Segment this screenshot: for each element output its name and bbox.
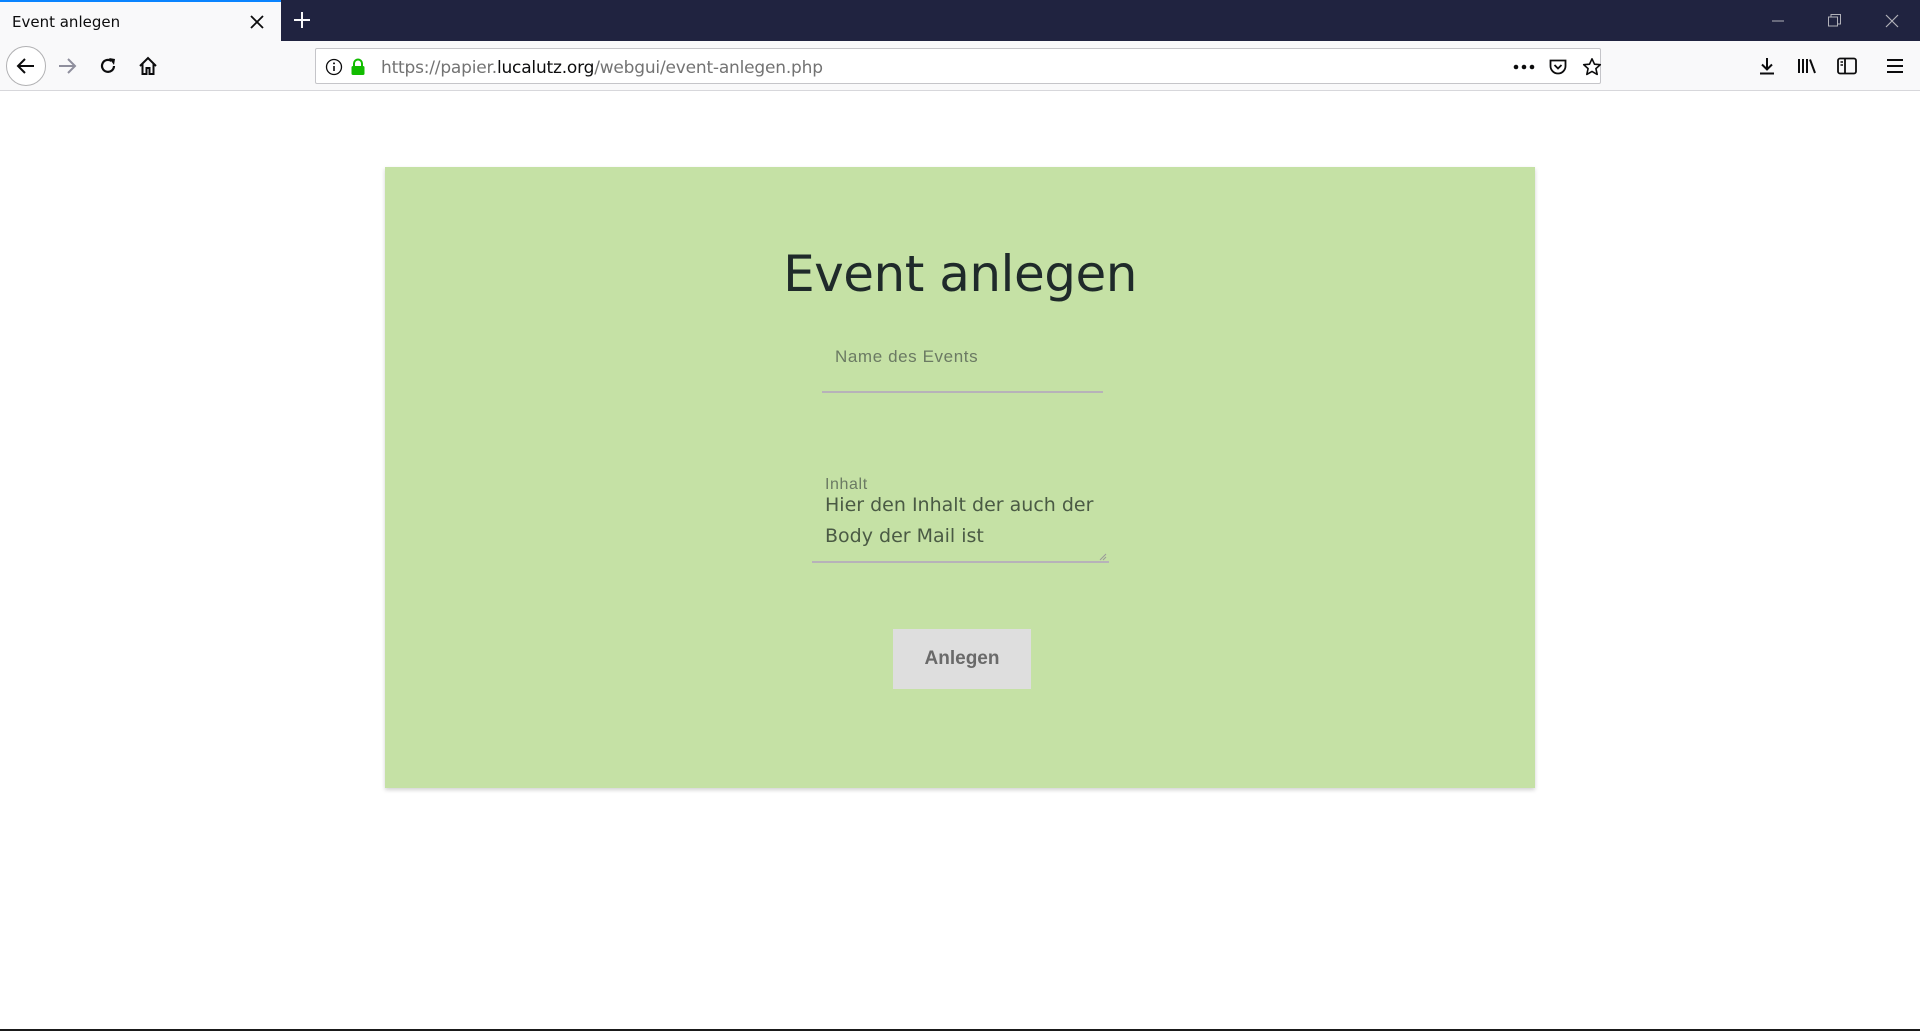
pocket-icon[interactable] (1546, 55, 1570, 79)
restore-icon[interactable] (1806, 0, 1863, 41)
event-content-field: Inhalt Hier den Inhalt der auch der Body… (812, 476, 1109, 581)
navigation-toolbar: https://papier.lucalutz.org/webgui/event… (0, 41, 1920, 91)
tab-title: Event anlegen (12, 13, 121, 31)
event-name-input[interactable] (822, 369, 1103, 393)
event-name-label: Name des Events (835, 347, 979, 366)
star-icon[interactable] (1580, 55, 1604, 79)
back-icon[interactable] (6, 46, 46, 86)
plus-icon[interactable] (288, 6, 316, 34)
close-icon[interactable] (245, 10, 269, 34)
sidebar-icon[interactable] (1829, 48, 1865, 84)
url-prefix: https://papier. (381, 58, 497, 78)
resize-grip-icon[interactable] (1097, 548, 1107, 561)
window-close-icon[interactable] (1863, 0, 1920, 41)
menu-icon[interactable] (1877, 48, 1913, 84)
download-icon[interactable] (1749, 48, 1785, 84)
info-icon[interactable] (322, 55, 346, 79)
url-path: /webgui/event-anlegen.php (594, 58, 823, 78)
event-name-field: Name des Events (822, 347, 1103, 393)
url-host: lucalutz.org (496, 58, 595, 78)
tab-strip: Event anlegen (0, 0, 1920, 41)
home-icon[interactable] (130, 48, 166, 84)
event-content-textarea[interactable]: Hier den Inhalt der auch der Body der Ma… (812, 490, 1109, 563)
reload-icon[interactable] (90, 48, 126, 84)
event-content-placeholder: Hier den Inhalt der auch der Body der Ma… (825, 494, 1094, 547)
create-event-button[interactable]: Anlegen (893, 629, 1031, 689)
more-icon[interactable] (1512, 55, 1536, 79)
active-tab[interactable]: Event anlegen (0, 0, 281, 41)
library-icon[interactable] (1789, 48, 1825, 84)
address-bar[interactable]: https://papier.lucalutz.org/webgui/event… (315, 48, 1604, 84)
lock-icon[interactable] (346, 55, 370, 79)
minimize-icon[interactable] (1749, 0, 1806, 41)
event-form-card: Event anlegen Name des Events Inhalt Hie… (385, 167, 1535, 788)
page-title: Event anlegen (783, 245, 1137, 303)
url-text[interactable]: https://papier.lucalutz.org/webgui/event… (381, 58, 823, 78)
forward-icon[interactable] (49, 48, 85, 84)
